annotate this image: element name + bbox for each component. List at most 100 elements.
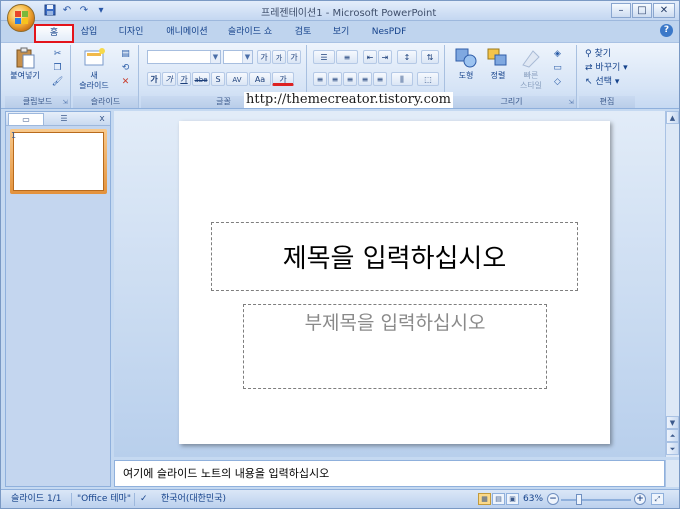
tab-insert[interactable]: 삽입 <box>75 24 103 41</box>
slide-canvas[interactable]: 제목을 입력하십시오 부제목을 입력하십시오 <box>179 121 610 444</box>
customize-qat-icon[interactable]: ▾ <box>94 4 108 18</box>
distribute-icon[interactable]: ≡ <box>373 72 387 86</box>
tab-view[interactable]: 보기 <box>327 24 355 41</box>
clipboard-launcher-icon[interactable]: ⇲ <box>61 99 69 107</box>
delete-slide-icon[interactable]: ✕ <box>119 76 132 88</box>
maximize-button[interactable]: □ <box>632 3 652 18</box>
shapes-label: 도형 <box>458 71 474 80</box>
replace-button[interactable]: ⇄ 바꾸기 ▾ <box>585 62 628 74</box>
font-color-button[interactable]: 가 <box>272 72 294 86</box>
align-left-icon[interactable]: ≡ <box>313 72 327 86</box>
format-painter-icon[interactable]: 🖌 <box>51 76 64 88</box>
strikethrough-button[interactable]: abe <box>192 72 210 86</box>
close-button[interactable]: ✕ <box>653 3 675 18</box>
arrange-button[interactable]: 정렬 <box>483 47 513 81</box>
status-separator <box>71 493 72 506</box>
copy-icon[interactable]: ❐ <box>51 62 64 74</box>
help-icon[interactable]: ? <box>660 24 673 37</box>
redo-icon[interactable]: ↷ <box>77 4 91 18</box>
select-label: 선택 <box>595 77 612 87</box>
drawing-launcher-icon[interactable]: ⇲ <box>567 99 575 107</box>
tab-review[interactable]: 검토 <box>289 24 317 41</box>
shape-fill-icon[interactable]: ◈ <box>551 48 564 60</box>
paste-icon <box>13 47 37 69</box>
font-size-combo[interactable]: ▼ <box>223 50 253 64</box>
cut-icon[interactable]: ✂ <box>51 48 64 60</box>
bullets-icon[interactable]: ☰ <box>313 50 335 64</box>
slide-sorter-icon[interactable]: ▤ <box>492 493 505 505</box>
increase-indent-icon[interactable]: ⇥ <box>378 50 392 64</box>
layout-icon[interactable]: ▤ <box>119 48 132 60</box>
previous-slide-icon[interactable]: ⏶ <box>666 429 679 442</box>
close-icon[interactable]: x <box>97 113 107 125</box>
binoculars-icon: ⚲ <box>585 49 592 59</box>
columns-icon[interactable]: ⫼ <box>391 72 413 86</box>
scroll-down-icon[interactable]: ▼ <box>666 416 679 429</box>
undo-icon[interactable]: ↶ <box>60 4 74 18</box>
tab-slide-show[interactable]: 슬라이드 쇼 <box>223 24 277 41</box>
zoom-out-button[interactable]: − <box>547 493 559 505</box>
normal-view-icon[interactable]: ▦ <box>478 493 491 505</box>
tab-slides[interactable]: ▭ <box>8 113 44 125</box>
shape-effects-icon[interactable]: ◇ <box>551 76 564 88</box>
paste-button[interactable]: 붙여넣기 <box>7 47 43 81</box>
office-logo-icon <box>15 11 28 25</box>
office-button[interactable] <box>7 4 35 32</box>
zoom-in-button[interactable]: + <box>634 493 646 505</box>
minimize-button[interactable]: – <box>611 3 631 18</box>
slide-editing-area: 제목을 입력하십시오 부제목을 입력하십시오 <box>114 111 665 457</box>
notes-pane[interactable]: 여기에 슬라이드 노트의 내용을 입력하십시오 <box>114 460 665 487</box>
status-bar: 슬라이드 1/1 "Office 테마" ✓ 한국어(대한민국) ▦ ▤ ▣ 6… <box>1 489 679 508</box>
bold-button[interactable]: 가 <box>147 72 161 86</box>
font-name-combo[interactable]: ▼ <box>147 50 221 64</box>
shapes-button[interactable]: 도형 <box>451 47 481 81</box>
grow-font-button[interactable]: 가 <box>257 50 271 64</box>
char-spacing-button[interactable]: AV <box>226 72 248 86</box>
title-placeholder[interactable]: 제목을 입력하십시오 <box>211 222 578 291</box>
tab-animations[interactable]: 애니메이션 <box>161 24 213 41</box>
next-slide-icon[interactable]: ⏷ <box>666 442 679 455</box>
theme-status[interactable]: "Office 테마" <box>77 493 131 506</box>
zoom-slider[interactable] <box>561 499 631 501</box>
notes-scrollbar[interactable] <box>665 460 679 487</box>
find-button[interactable]: ⚲ 찾기 <box>585 48 611 60</box>
tab-nespdf[interactable]: NesPDF <box>367 24 411 41</box>
align-center-icon[interactable]: ≡ <box>328 72 342 86</box>
save-icon[interactable] <box>43 4 57 18</box>
select-button[interactable]: ↖ 선택 ▾ <box>585 76 619 88</box>
line-spacing-icon[interactable]: ↕ <box>397 50 417 64</box>
shape-outline-icon[interactable]: ▭ <box>551 62 564 74</box>
slides-group: 새 슬라이드 ▤ ⟲ ✕ 슬라이드 <box>73 45 139 108</box>
tab-design[interactable]: 디자인 <box>113 24 149 41</box>
zoom-slider-handle[interactable] <box>576 494 582 505</box>
tab-outline[interactable]: ☰ <box>46 113 82 125</box>
fit-to-window-icon[interactable]: ⤢ <box>651 493 664 505</box>
numbering-icon[interactable]: ≡ <box>336 50 358 64</box>
shrink-font-button[interactable]: 가 <box>272 50 286 64</box>
text-direction-icon[interactable]: ⇅ <box>421 50 439 64</box>
slide-thumbnail[interactable] <box>10 129 107 194</box>
language-status[interactable]: 한국어(대한민국) <box>161 493 226 506</box>
align-right-icon[interactable]: ≡ <box>343 72 357 86</box>
smartart-icon[interactable]: ⬚ <box>417 72 439 86</box>
zoom-level[interactable]: 63% <box>523 493 543 506</box>
shadow-button[interactable]: S <box>211 72 225 86</box>
reset-icon[interactable]: ⟲ <box>119 62 132 74</box>
spellcheck-icon[interactable]: ✓ <box>140 493 148 506</box>
clear-formatting-button[interactable]: 가 <box>287 50 301 64</box>
quick-access-toolbar: ↶ ↷ ▾ <box>43 4 108 18</box>
quick-styles-button[interactable]: 빠른 스타일 <box>515 47 547 91</box>
shapes-icon <box>454 47 478 69</box>
change-case-button[interactable]: Aa <box>249 72 271 86</box>
decrease-indent-icon[interactable]: ⇤ <box>363 50 377 64</box>
slide-show-icon[interactable]: ▣ <box>506 493 519 505</box>
subtitle-placeholder[interactable]: 부제목을 입력하십시오 <box>243 304 547 389</box>
slides-group-label: 슬라이드 <box>73 96 138 108</box>
scroll-up-icon[interactable]: ▲ <box>666 111 679 124</box>
italic-button[interactable]: 가 <box>162 72 176 86</box>
justify-icon[interactable]: ≡ <box>358 72 372 86</box>
underline-button[interactable]: 가 <box>177 72 191 86</box>
vertical-scrollbar[interactable]: ▲ ▼ ⏶ ⏷ <box>665 111 679 457</box>
new-slide-button[interactable]: 새 슬라이드 <box>75 47 113 91</box>
slide-thumbnail-image <box>13 132 104 191</box>
